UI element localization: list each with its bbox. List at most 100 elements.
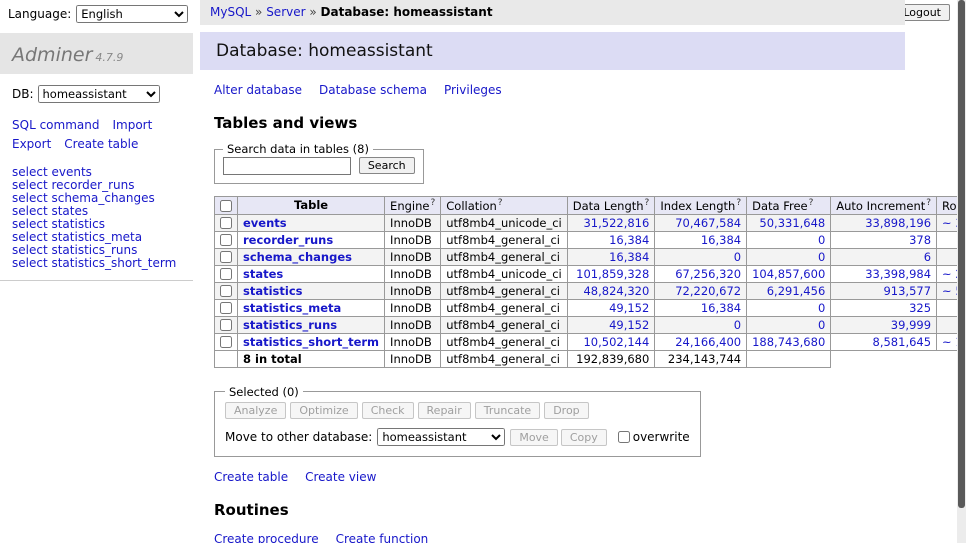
data-length-link[interactable]: 101,859,328 [576,267,649,281]
row-checkbox[interactable] [220,251,232,263]
table-name-link[interactable]: events [243,216,287,230]
auto-increment-link[interactable]: 8,581,645 [873,335,932,349]
table-name-link[interactable]: recorder_runs [243,233,333,247]
overwrite-checkbox[interactable] [618,431,630,443]
row-checkbox[interactable] [220,234,232,246]
engine-cell: InnoDB [385,316,441,333]
breadcrumb-link-mysql[interactable]: MySQL [210,5,251,19]
selected-action-analyze[interactable]: Analyze [225,402,286,419]
row-checkbox[interactable] [220,285,232,297]
data-length-cell: 10,502,144 [567,333,655,350]
index-length-link[interactable]: 0 [734,318,741,332]
table-name-link[interactable]: schema_changes [243,250,352,264]
selected-action-drop[interactable]: Drop [544,402,588,419]
sidebar-action-export[interactable]: Export [12,137,51,151]
total-engine-cell: InnoDB [385,350,441,367]
app-logo[interactable]: Adminer [12,44,92,66]
selected-action-repair[interactable]: Repair [418,402,471,419]
data-length-link[interactable]: 16,384 [609,233,649,247]
table-name-link[interactable]: statistics [243,284,303,298]
table-name-link[interactable]: states [243,267,283,281]
link-create-table[interactable]: Create table [214,470,288,484]
auto-increment-link[interactable]: 913,577 [883,284,931,298]
link-create-function[interactable]: Create function [336,532,429,543]
sidebar-action-sql-command[interactable]: SQL command [12,118,99,132]
db-select[interactable]: homeassistant [38,85,160,103]
link-privileges[interactable]: Privileges [444,83,502,97]
row-checkbox[interactable] [220,319,232,331]
auto-increment-link[interactable]: 33,898,196 [865,216,931,230]
row-checkbox-cell [215,265,238,282]
auto-increment-link[interactable]: 378 [909,233,931,247]
row-checkbox[interactable] [220,336,232,348]
data-length-link[interactable]: 10,502,144 [583,335,649,349]
link-alter-database[interactable]: Alter database [214,83,302,97]
data-length-link[interactable]: 48,824,320 [583,284,649,298]
index-length-link[interactable]: 16,384 [701,301,741,315]
help-link[interactable]: ? [736,198,741,208]
sidebar-table-link-select-schema-changes[interactable]: select schema_changes [12,191,155,205]
data-free-link[interactable]: 6,291,456 [767,284,826,298]
search-button[interactable]: Search [359,157,415,174]
table-name-link[interactable]: statistics_short_term [243,335,379,349]
auto-increment-cell: 325 [831,299,937,316]
link-create-procedure[interactable]: Create procedure [214,532,319,543]
data-length-link[interactable]: 31,522,816 [583,216,649,230]
search-input[interactable] [223,157,351,175]
table-name-link[interactable]: statistics_runs [243,318,337,332]
selected-action-check[interactable]: Check [362,402,414,419]
scrollbar-thumb[interactable] [958,0,965,508]
auto-increment-link[interactable]: 325 [909,301,931,315]
index-length-link[interactable]: 72,220,672 [675,284,741,298]
help-link[interactable]: ? [926,198,931,208]
data-free-link[interactable]: 0 [818,233,825,247]
sidebar-table-link-select-states[interactable]: select states [12,204,88,218]
language-select[interactable]: English [76,5,188,23]
help-link[interactable]: ? [498,198,503,208]
sidebar-table-link-select-statistics[interactable]: select statistics [12,217,105,231]
data-length-link[interactable]: 49,152 [609,318,649,332]
auto-increment-link[interactable]: 6 [924,250,931,264]
index-length-link[interactable]: 24,166,400 [675,335,741,349]
link-database-schema[interactable]: Database schema [319,83,427,97]
data-free-link[interactable]: 188,743,680 [752,335,825,349]
data-length-link[interactable]: 16,384 [609,250,649,264]
sidebar-table-link-select-events[interactable]: select events [12,165,92,179]
data-free-link[interactable]: 0 [818,301,825,315]
data-free-link[interactable]: 50,331,648 [759,216,825,230]
data-free-link[interactable]: 104,857,600 [752,267,825,281]
link-create-view[interactable]: Create view [305,470,376,484]
index-length-link[interactable]: 0 [734,250,741,264]
sidebar-table-link-select-statistics-short-term[interactable]: select statistics_short_term [12,256,176,270]
data-free-link[interactable]: 0 [818,318,825,332]
help-link[interactable]: ? [645,198,650,208]
selected-action-optimize[interactable]: Optimize [290,402,357,419]
auto-increment-link[interactable]: 33,398,984 [865,267,931,281]
sidebar-table-link-select-statistics-meta[interactable]: select statistics_meta [12,230,142,244]
move-db-select[interactable]: homeassistant [377,428,505,446]
help-link[interactable]: ? [430,198,435,208]
table-name-link[interactable]: statistics_meta [243,301,341,315]
row-checkbox[interactable] [220,268,232,280]
select-all-checkbox[interactable] [220,200,232,212]
table-head: TableEngine?Collation?Data Length?Index … [215,197,966,215]
scrollbar[interactable] [957,0,966,543]
sidebar-action-import[interactable]: Import [112,118,152,132]
data-length-link[interactable]: 49,152 [609,301,649,315]
sidebar-action-create-table[interactable]: Create table [64,137,138,151]
help-link[interactable]: ? [809,198,814,208]
index-length-link[interactable]: 70,467,584 [675,216,741,230]
sidebar-table-link-select-recorder-runs[interactable]: select recorder_runs [12,178,135,192]
index-length-link[interactable]: 67,256,320 [675,267,741,281]
copy-button[interactable]: Copy [561,429,607,446]
selected-action-truncate[interactable]: Truncate [475,402,540,419]
row-checkbox[interactable] [220,217,232,229]
sidebar-table-link-select-statistics-runs[interactable]: select statistics_runs [12,243,137,257]
row-checkbox[interactable] [220,302,232,314]
breadcrumb-link-server[interactable]: Server [266,5,305,19]
data-free-cell: 104,857,600 [747,265,831,282]
auto-increment-link[interactable]: 39,999 [891,318,931,332]
index-length-link[interactable]: 16,384 [701,233,741,247]
data-free-link[interactable]: 0 [818,250,825,264]
move-button[interactable]: Move [510,429,558,446]
